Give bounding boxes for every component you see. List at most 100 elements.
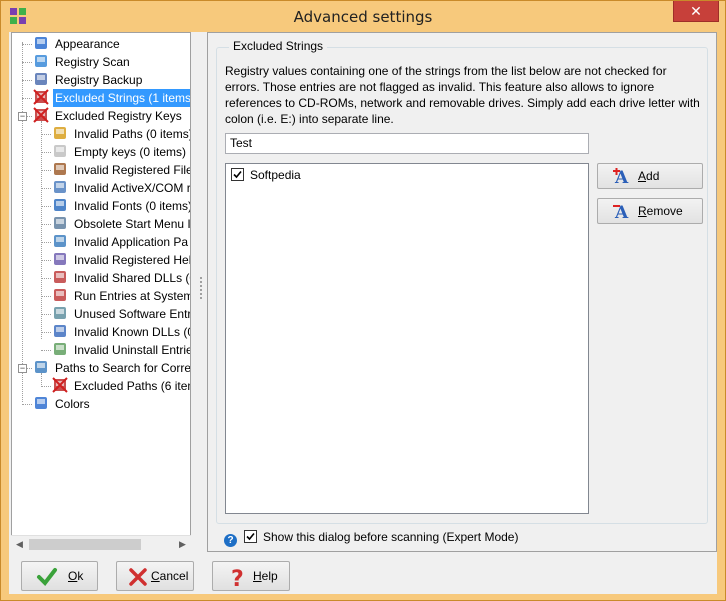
tree-guide-line <box>41 134 51 135</box>
splitter-grip <box>200 277 202 299</box>
list-item-checkbox[interactable] <box>231 168 244 181</box>
remove-string-icon: A <box>613 203 629 221</box>
list-item[interactable]: Softpedia <box>231 167 301 183</box>
tree-expander[interactable]: − <box>18 364 27 373</box>
cancel-mnemonic: C <box>151 569 160 583</box>
description-text: Registry values containing one of the st… <box>225 64 700 126</box>
string-input[interactable]: Test <box>225 133 589 154</box>
activex-icon <box>54 181 66 193</box>
settings-panel: Excluded Strings Registry values contain… <box>207 32 717 552</box>
tree-item-label: Invalid Shared DLLs (0 <box>74 271 191 285</box>
tree-item[interactable]: Obsolete Start Menu It <box>52 215 191 233</box>
title-bar[interactable]: Advanced settings ✕ <box>1 1 725 32</box>
tree-item[interactable]: Unused Software Entri <box>52 305 190 323</box>
tree-item-label: Invalid Uninstall Entrie <box>74 343 191 357</box>
advanced-settings-window: Advanced settings ✕ Appearance Registry S… <box>0 0 726 601</box>
excluded-paths-icon <box>52 377 68 393</box>
remove-button[interactable]: A Remove <box>597 198 703 224</box>
tree-item-label: Colors <box>55 397 90 411</box>
tree-item-label: Appearance <box>55 37 120 51</box>
tree-guide-line <box>41 314 51 315</box>
scroll-left-button[interactable]: ◀ <box>11 536 28 553</box>
run-entries-icon <box>54 289 66 301</box>
known-dlls-icon <box>54 325 66 337</box>
fonts-icon <box>54 199 66 211</box>
tree-item[interactable]: Excluded Strings (1 items) <box>33 89 190 107</box>
tree-item-label: Excluded Registry Keys <box>55 109 182 123</box>
add-label: dd <box>646 169 660 183</box>
tree-item-label: Invalid Fonts (0 items) <box>74 199 191 213</box>
tree-item[interactable]: Invalid Shared DLLs (0 <box>52 269 191 287</box>
excluded-strings-icon <box>33 89 49 105</box>
tree-item-label: Invalid Paths (0 items) <box>74 127 191 141</box>
tree-item-label: Registry Scan <box>55 55 130 69</box>
add-mnemonic: A <box>638 169 647 183</box>
tree-guide-line <box>22 404 32 405</box>
tree-item[interactable]: Invalid Application Pa <box>52 233 190 251</box>
close-icon: ✕ <box>690 3 702 19</box>
checkmark-icon <box>37 568 57 587</box>
dialog-client-area: Appearance Registry Scan Registry Backup Ex… <box>9 32 717 594</box>
tree-item[interactable]: Invalid Paths (0 items) <box>52 125 191 143</box>
tree-item[interactable]: Paths to Search for Correc <box>33 359 190 377</box>
tree-item-label: Excluded Paths (6 item <box>74 379 191 393</box>
tree-item[interactable]: Invalid Registered File <box>52 161 190 179</box>
uninstall-entries-icon <box>54 343 66 355</box>
tree-item-label: Registry Backup <box>55 73 143 87</box>
checkmark-icon <box>246 532 255 541</box>
add-string-icon: A <box>613 168 629 186</box>
tree-guide-line <box>22 44 32 45</box>
ok-mnemonic: O <box>68 569 78 583</box>
tree-item[interactable]: Appearance <box>33 35 122 53</box>
tree-expander[interactable]: − <box>18 112 27 121</box>
tree-item[interactable]: Excluded Paths (6 item <box>52 377 191 395</box>
tree-item[interactable]: Registry Backup <box>33 71 144 89</box>
panel-splitter[interactable] <box>195 32 207 552</box>
tree-item[interactable]: Registry Scan <box>33 53 132 71</box>
ok-label: k <box>77 569 84 583</box>
scroll-thumb[interactable] <box>29 539 141 550</box>
registry-scan-icon <box>35 55 47 67</box>
tree-item[interactable]: Run Entries at System <box>52 287 190 305</box>
tree-item[interactable]: Empty keys (0 items) <box>52 143 188 161</box>
settings-tree[interactable]: Appearance Registry Scan Registry Backup Ex… <box>11 32 191 552</box>
app-paths-icon <box>54 235 66 247</box>
tree-item-label: Invalid Application Pa <box>74 235 189 249</box>
group-title: Excluded Strings <box>229 39 328 53</box>
svg-text:?: ? <box>231 567 244 588</box>
empty-keys-icon <box>54 145 66 157</box>
cancel-button[interactable]: Cancel <box>116 561 194 591</box>
tree-item[interactable]: Invalid ActiveX/COM r <box>52 179 190 197</box>
close-button[interactable]: ✕ <box>673 1 719 22</box>
scroll-left-icon: ◀ <box>16 539 23 549</box>
ok-button[interactable]: Ok <box>21 561 98 591</box>
tree-horizontal-scrollbar[interactable]: ◀ ▶ <box>11 535 191 552</box>
tree-item[interactable]: Invalid Known DLLs (0 <box>52 323 190 341</box>
list-item-label: Softpedia <box>250 168 301 182</box>
excluded-strings-list[interactable]: Softpedia <box>225 163 589 514</box>
tree-item[interactable]: Invalid Fonts (0 items) <box>52 197 191 215</box>
help-button[interactable]: ? Help <box>212 561 290 591</box>
scroll-right-button[interactable]: ▶ <box>174 536 191 553</box>
help-files-icon <box>54 253 66 265</box>
tree-guide-line <box>41 386 51 387</box>
tree-item[interactable]: Invalid Registered Help <box>52 251 190 269</box>
tree-item[interactable]: Invalid Uninstall Entrie <box>52 341 191 359</box>
tree-guide-line <box>41 152 51 153</box>
tree-item-label: Obsolete Start Menu It <box>74 217 191 231</box>
tree-item[interactable]: Colors <box>33 395 92 413</box>
tree-item-label: Excluded Strings (1 items) <box>53 89 190 107</box>
excluded-strings-group: Excluded Strings Registry values contain… <box>216 39 708 524</box>
expert-mode-label[interactable]: Show this dialog before scanning (Expert… <box>263 530 518 544</box>
add-button[interactable]: A Add <box>597 163 703 189</box>
cross-icon <box>129 568 147 586</box>
help-info-icon[interactable]: ? <box>224 534 237 547</box>
tree-item[interactable]: Excluded Registry Keys <box>33 107 184 125</box>
folder-paths-icon <box>54 127 66 139</box>
monitor-icon <box>35 37 47 49</box>
tree-guide-line <box>41 170 51 171</box>
tree-guide-line <box>22 98 32 99</box>
scroll-right-icon: ▶ <box>179 539 186 549</box>
expert-mode-checkbox[interactable] <box>244 530 257 543</box>
help-mnemonic: H <box>253 569 262 583</box>
